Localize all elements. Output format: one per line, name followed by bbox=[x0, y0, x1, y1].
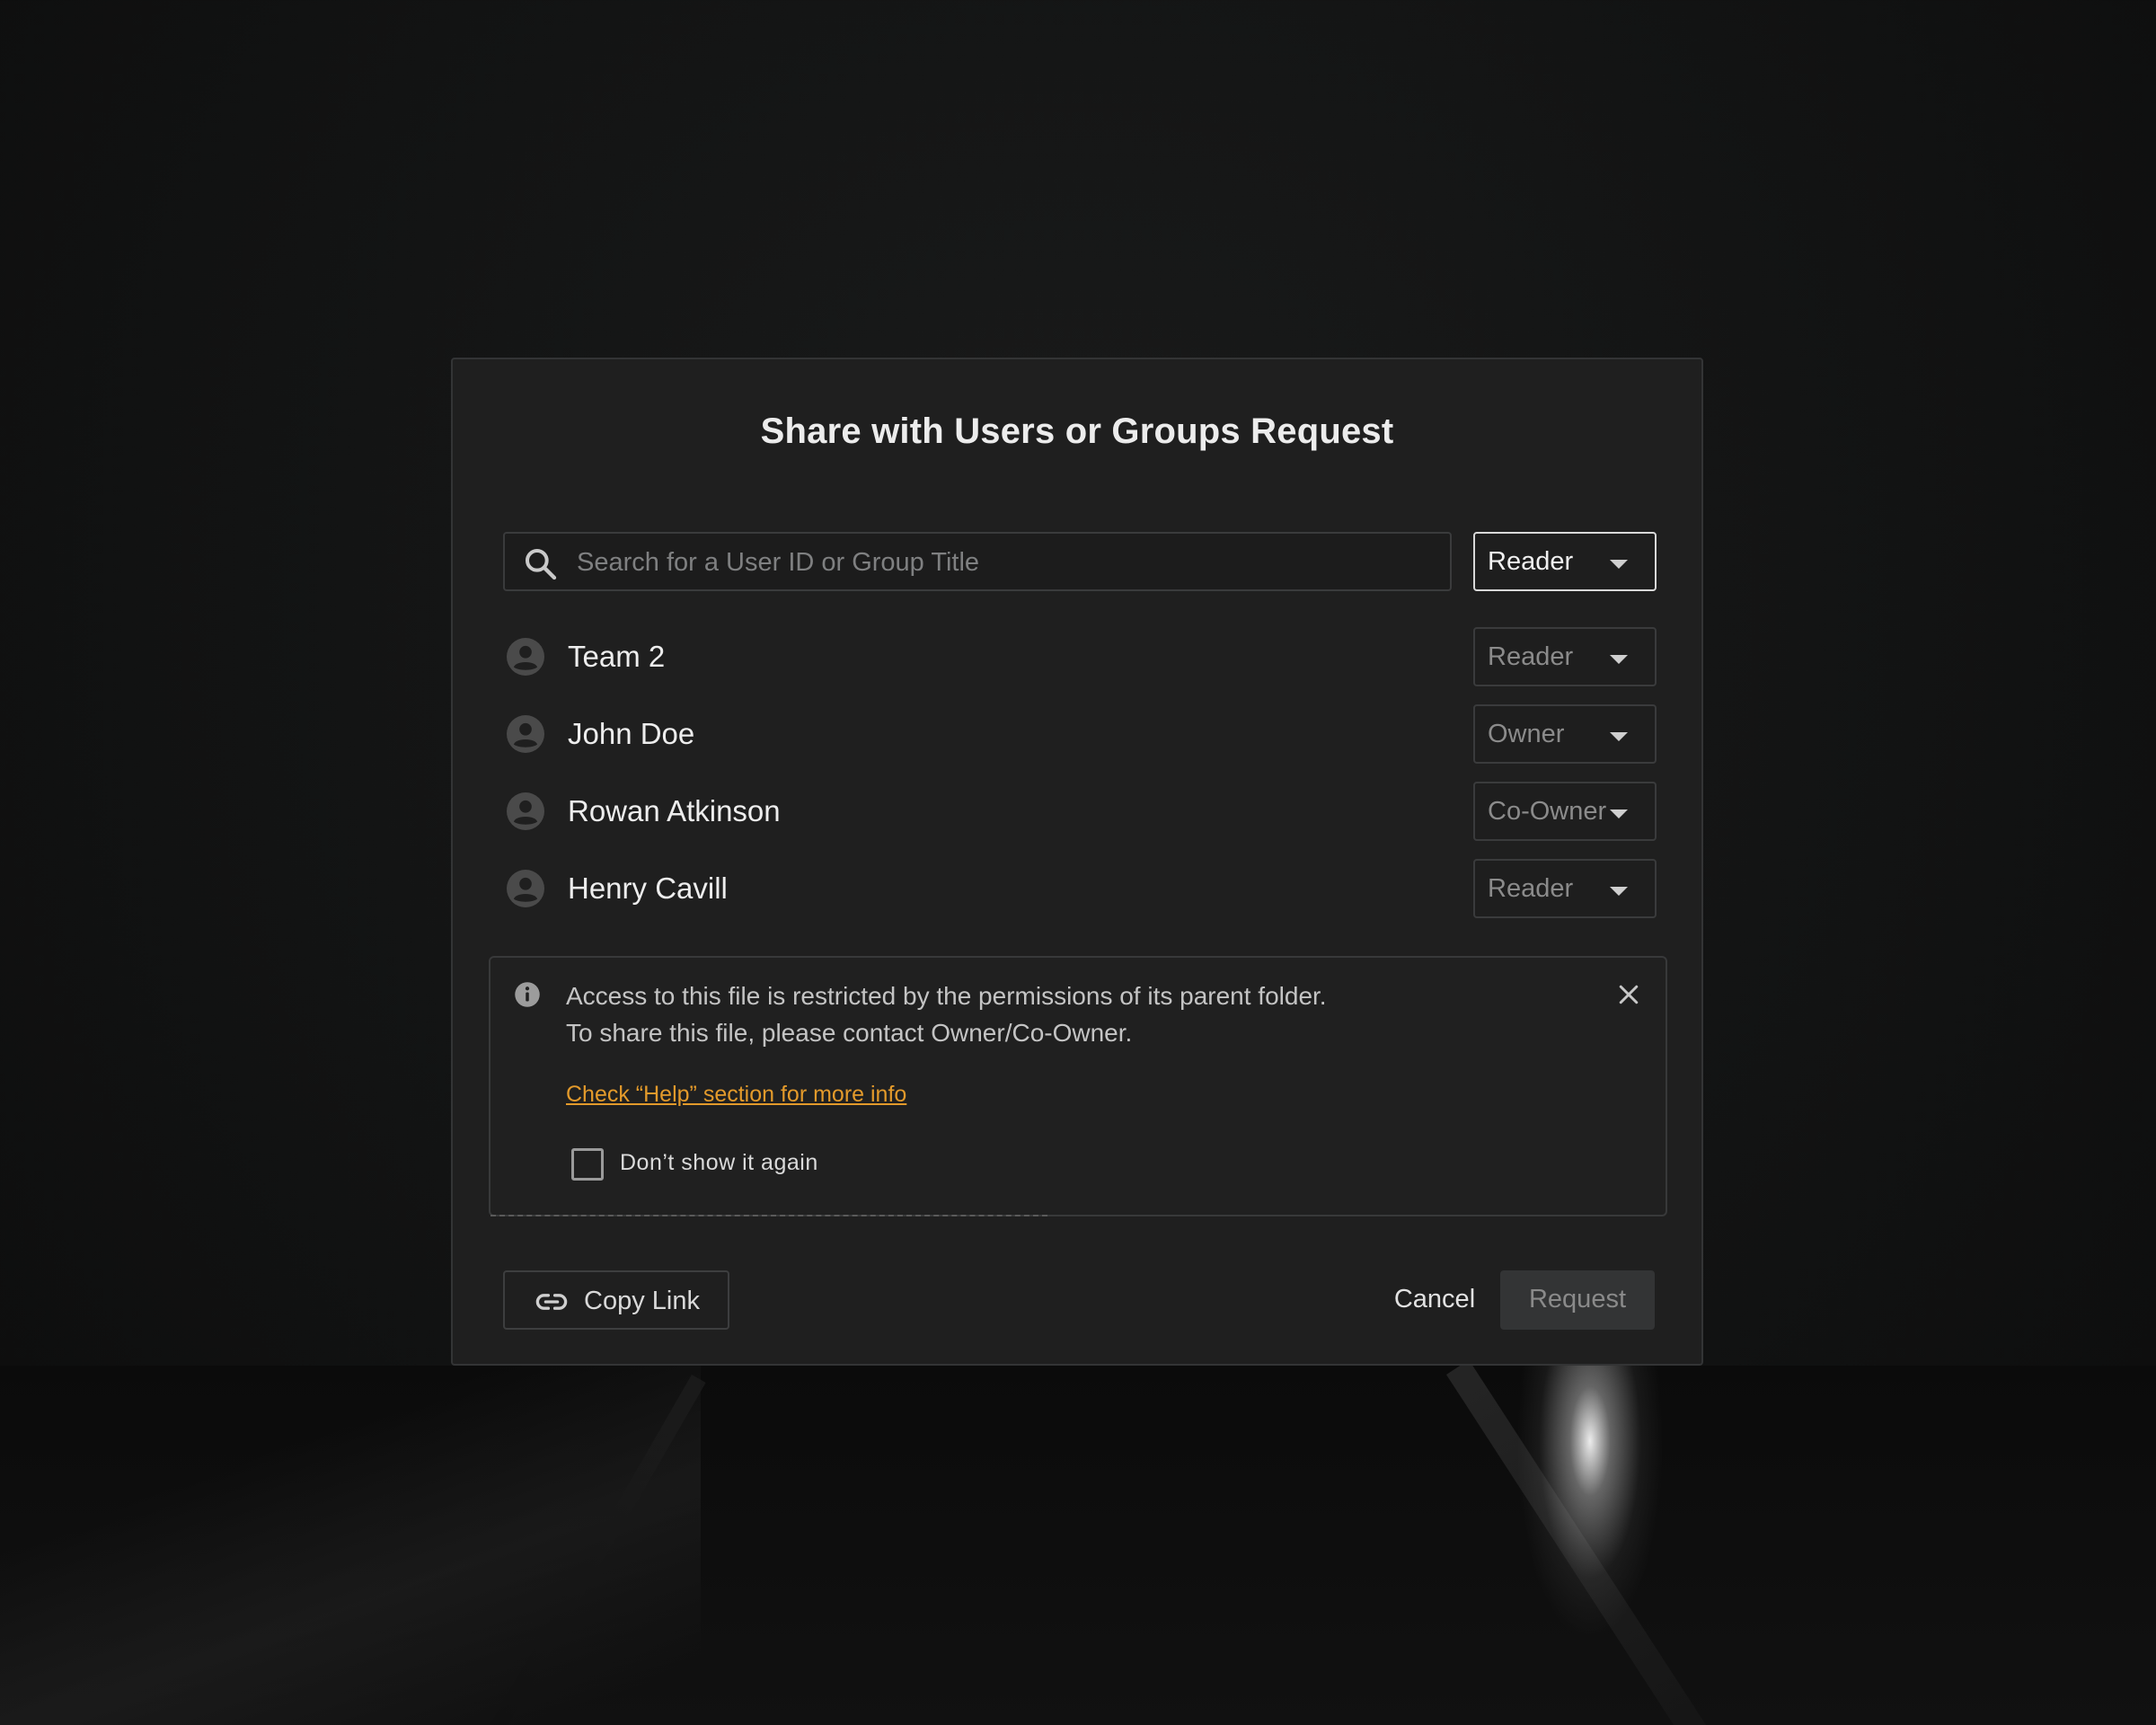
search-icon bbox=[526, 549, 557, 580]
dont-show-again-label[interactable]: Don’t show it again bbox=[620, 1150, 818, 1176]
chevron-down-icon bbox=[1610, 887, 1628, 896]
person-avatar-icon bbox=[507, 638, 544, 676]
member-role-select[interactable]: Reader bbox=[1473, 627, 1657, 686]
role-select-label: Reader bbox=[1488, 642, 1574, 671]
dialog-title: Share with Users or Groups Request bbox=[760, 411, 1394, 451]
member-name: Henry Cavill bbox=[568, 871, 728, 905]
share-dialog: Share with Users or Groups Request Reade… bbox=[451, 358, 1703, 1366]
permission-notice: Access to this file is restricted by the… bbox=[489, 956, 1667, 1216]
cancel-label: Cancel bbox=[1393, 1285, 1476, 1314]
member-name: Team 2 bbox=[568, 640, 666, 673]
member-role-select[interactable]: Owner bbox=[1473, 704, 1657, 764]
new-member-role-select[interactable]: Reader bbox=[1473, 532, 1657, 591]
dont-show-again-checkbox[interactable] bbox=[571, 1148, 604, 1181]
chevron-down-icon bbox=[1610, 809, 1628, 818]
member-name: Rowan Atkinson bbox=[568, 794, 781, 827]
request-button[interactable]: Request bbox=[1500, 1270, 1655, 1330]
chevron-down-icon bbox=[1610, 655, 1628, 664]
cancel-button[interactable]: Cancel bbox=[1367, 1270, 1502, 1330]
search-box[interactable] bbox=[503, 532, 1452, 591]
role-select-label: Owner bbox=[1488, 720, 1565, 748]
role-select-label: Reader bbox=[1488, 547, 1574, 576]
notice-text: Access to this file is restricted by the… bbox=[566, 978, 1327, 1051]
member-role-select[interactable]: Co-Owner bbox=[1473, 782, 1657, 841]
search-input[interactable] bbox=[575, 534, 1432, 591]
chevron-down-icon bbox=[1610, 732, 1628, 741]
copy-link-button[interactable]: Copy Link bbox=[503, 1270, 729, 1330]
member-name: John Doe bbox=[568, 717, 695, 750]
help-link[interactable]: Check “Help” section for more info bbox=[566, 1082, 906, 1108]
person-avatar-icon bbox=[507, 715, 544, 753]
role-select-label: Reader bbox=[1488, 874, 1574, 903]
member-role-select[interactable]: Reader bbox=[1473, 859, 1657, 918]
copy-link-label: Copy Link bbox=[584, 1287, 700, 1315]
background-light bbox=[1518, 1366, 1662, 1635]
notice-line-1: Access to this file is restricted by the… bbox=[566, 982, 1327, 1010]
person-avatar-icon bbox=[507, 792, 544, 830]
request-label: Request bbox=[1528, 1285, 1626, 1314]
role-select-label: Co-Owner bbox=[1488, 797, 1607, 826]
focus-underline bbox=[490, 1215, 1047, 1216]
person-avatar-icon bbox=[507, 870, 544, 907]
notice-line-2: To share this file, please contact Owner… bbox=[566, 1019, 1133, 1047]
link-icon bbox=[535, 1294, 568, 1310]
close-icon[interactable] bbox=[1615, 981, 1642, 1008]
chevron-down-icon bbox=[1610, 560, 1628, 569]
info-icon bbox=[515, 982, 540, 1007]
